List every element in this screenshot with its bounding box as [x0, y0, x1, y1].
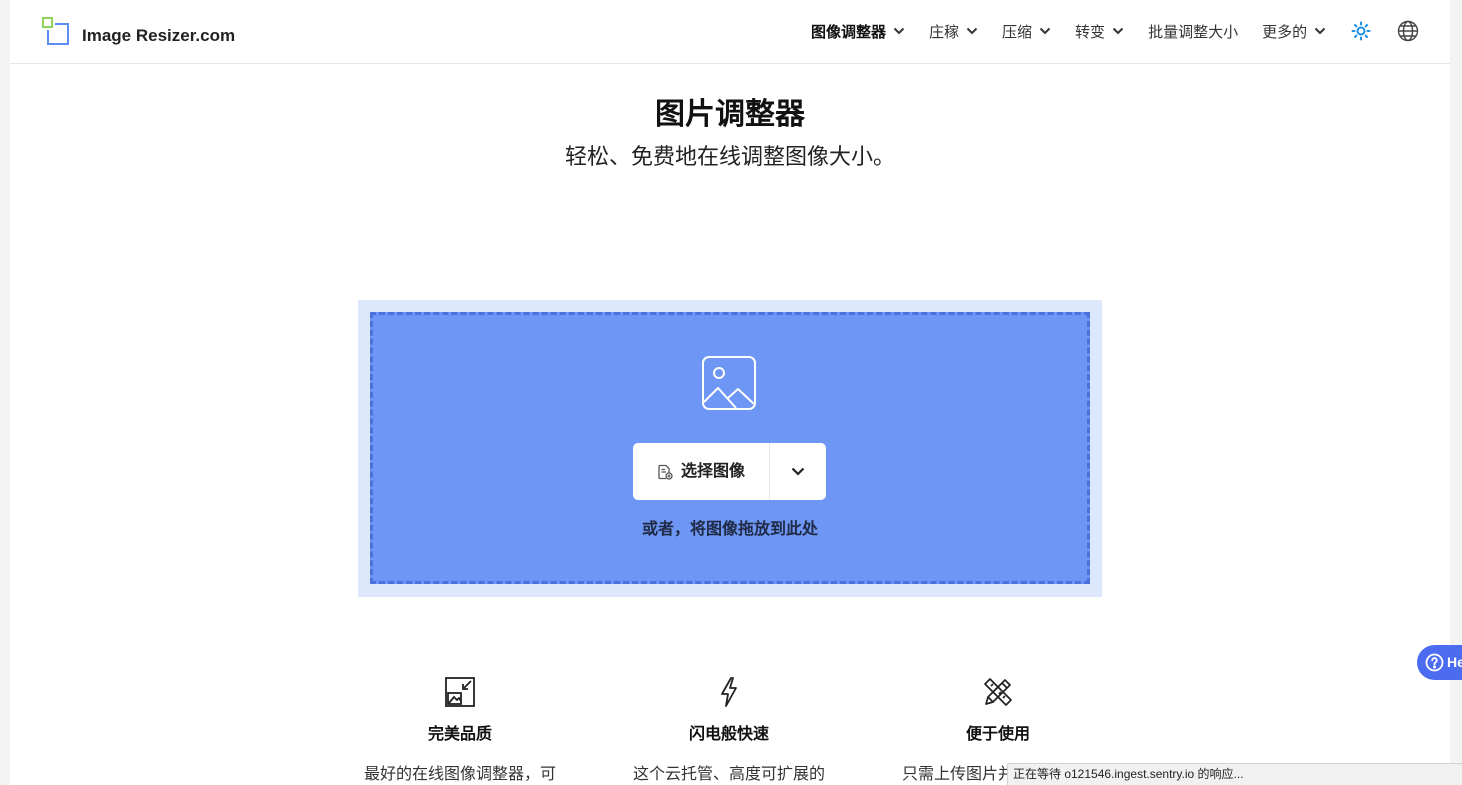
status-text: 正在等待 o121546.ingest.sentry.io 的响应...	[1013, 767, 1244, 781]
help-button[interactable]: He	[1417, 645, 1462, 680]
globe-icon[interactable]	[1397, 20, 1419, 42]
pencil-ruler-icon	[984, 678, 1012, 706]
file-add-icon	[658, 464, 673, 480]
select-image-label: 选择图像	[681, 463, 746, 480]
chevron-down-icon	[1112, 27, 1124, 35]
logo-squares-icon[interactable]	[41, 16, 71, 46]
image-icon	[702, 356, 756, 410]
nav-crop[interactable]: 庄稼	[929, 20, 978, 42]
nav-label: 批量调整大小	[1148, 23, 1239, 41]
feature-description: 这个云托管、高度可扩展的	[633, 766, 826, 783]
question-circle-icon	[1425, 653, 1444, 672]
page: Image Resizer.com 图像调整器 庄稼 压缩 转变 批量调整大小	[10, 0, 1450, 785]
feature-title: 闪电般快速	[688, 726, 769, 743]
drop-hint: 或者，将图像拖放到此处	[641, 521, 818, 538]
feature-title: 便于使用	[965, 726, 1030, 743]
chevron-down-icon	[1039, 27, 1051, 35]
nav-label: 压缩	[1002, 23, 1033, 41]
image-dropzone[interactable]: 选择图像 或者，将图像拖放到此处	[370, 312, 1090, 584]
resize-image-icon	[445, 677, 475, 707]
page-subtitle: 轻松、免费地在线调整图像大小。	[564, 144, 895, 169]
nav-more[interactable]: 更多的	[1262, 20, 1326, 42]
sun-icon[interactable]	[1351, 21, 1371, 41]
chevron-down-icon	[1314, 27, 1326, 35]
lightning-icon	[721, 677, 737, 707]
top-navbar: Image Resizer.com 图像调整器 庄稼 压缩 转变 批量调整大小	[10, 0, 1450, 64]
select-image-button[interactable]: 选择图像	[633, 443, 769, 500]
feature-description: 最好的在线图像调整器，可	[364, 766, 557, 783]
feature-speed: 闪电般快速 这个云托管、高度可扩展的	[631, 674, 827, 785]
logo-text[interactable]: Image Resizer.com	[82, 25, 235, 47]
more-sources-dropdown[interactable]	[770, 443, 826, 500]
feature-quality: 完美品质 最好的在线图像调整器，可	[362, 674, 558, 785]
select-image-control: 选择图像	[633, 443, 826, 500]
nav-label: 图像调整器	[811, 23, 887, 41]
browser-status-bar: 正在等待 o121546.ingest.sentry.io 的响应...	[1007, 763, 1462, 785]
feature-title: 完美品质	[427, 726, 492, 743]
nav-compress[interactable]: 压缩	[1002, 20, 1051, 42]
chevron-down-icon	[966, 27, 978, 35]
chevron-down-icon	[893, 27, 905, 35]
chevron-down-icon	[791, 467, 805, 476]
nav-bulk-resize[interactable]: 批量调整大小	[1148, 20, 1238, 42]
page-title: 图片调整器	[655, 98, 805, 131]
main-nav: 图像调整器 庄稼 压缩 转变 批量调整大小 更多的	[811, 20, 1326, 42]
help-label: He	[1447, 654, 1462, 670]
nav-convert[interactable]: 转变	[1075, 20, 1124, 42]
nav-label: 更多的	[1262, 23, 1308, 41]
nav-label: 转变	[1075, 23, 1106, 41]
nav-image-resizer[interactable]: 图像调整器	[811, 20, 905, 42]
nav-label: 庄稼	[929, 23, 960, 41]
